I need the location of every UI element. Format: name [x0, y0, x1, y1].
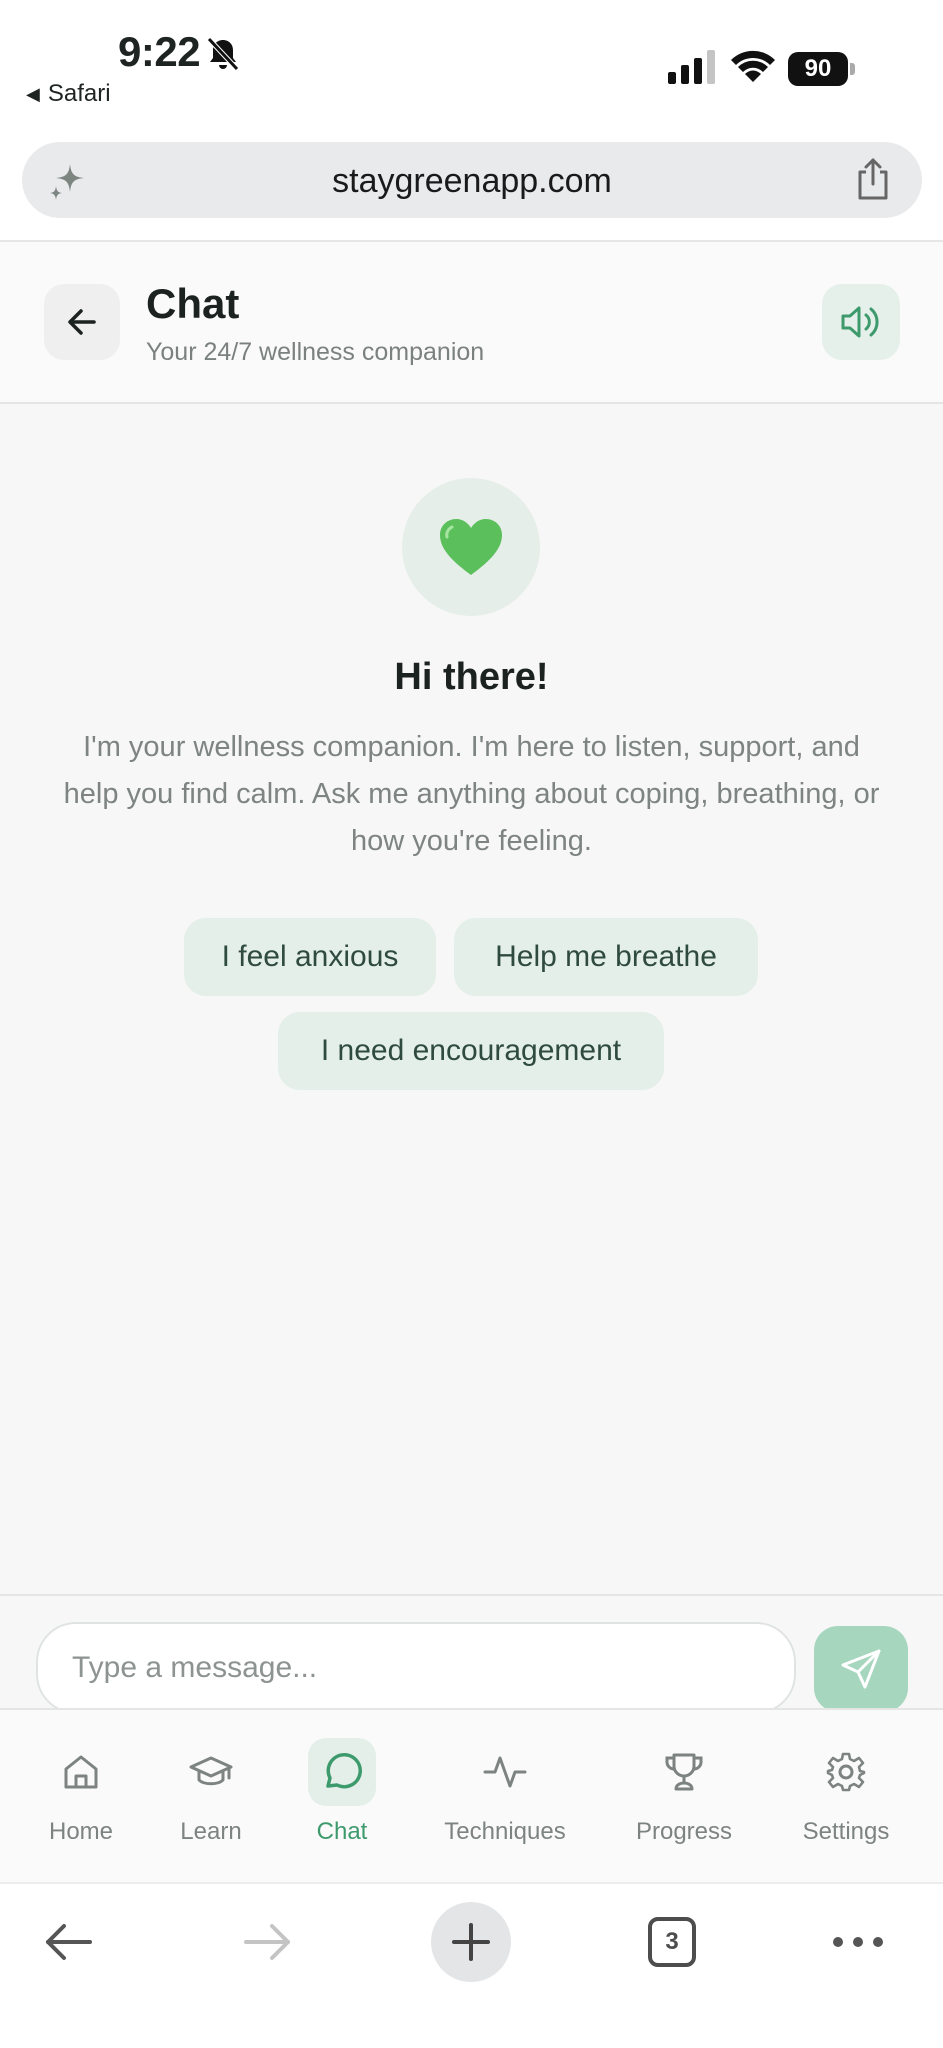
status-time: 9:22 [118, 28, 201, 75]
url-text[interactable]: staygreenapp.com [22, 162, 922, 201]
suggestion-chip[interactable]: Help me breathe [454, 918, 758, 996]
nav-item-chat[interactable]: Chat [267, 1738, 417, 1858]
nav-item-progress[interactable]: Progress [609, 1738, 759, 1858]
battery-tip [850, 63, 855, 75]
battery-indicator: 90 [788, 52, 856, 86]
nav-label: Home [48, 1818, 114, 1845]
browser-toolbar: 3 [0, 1882, 943, 2048]
nav-item-settings[interactable]: Settings [771, 1738, 921, 1858]
nav-item-home[interactable]: Home [6, 1738, 156, 1858]
message-input[interactable] [36, 1622, 796, 1714]
plus-icon [452, 1923, 490, 1961]
bottom-nav: Home Learn Chat Techniques Progress Sett… [0, 1708, 943, 1882]
suggestion-chip[interactable]: I need encouragement [278, 1012, 664, 1090]
arrow-left-icon [68, 309, 96, 335]
message-composer [0, 1594, 943, 1714]
back-button[interactable] [44, 284, 120, 360]
green-heart-icon [440, 519, 502, 575]
nav-item-techniques[interactable]: Techniques [430, 1738, 580, 1858]
bell-off-icon [207, 37, 239, 71]
trophy-icon [650, 1738, 718, 1806]
home-icon [47, 1738, 115, 1806]
nav-label: Learn [180, 1818, 242, 1845]
greeting-message: I'm your wellness companion. I'm here to… [63, 731, 880, 857]
send-icon [841, 1649, 881, 1689]
status-bar: 9:22 ◀ Safari 90 [0, 0, 943, 140]
back-to-safari-link[interactable]: ◀ Safari [26, 80, 111, 108]
graduation-cap-icon [177, 1738, 245, 1806]
more-options-button[interactable] [818, 1902, 898, 1982]
tabs-button[interactable]: 3 [632, 1902, 712, 1982]
browser-back-button[interactable] [28, 1902, 108, 1982]
chat-bubble-icon [308, 1738, 376, 1806]
companion-avatar [402, 478, 540, 616]
greeting-title: Hi there! [394, 656, 549, 698]
tab-count: 3 [648, 1917, 696, 1967]
nav-label: Techniques [444, 1818, 566, 1845]
speaker-icon [841, 306, 879, 338]
voice-toggle-button[interactable] [822, 284, 900, 360]
nav-label: Chat [316, 1818, 368, 1845]
nav-label: Progress [635, 1818, 733, 1845]
chat-header: Chat Your 24/7 wellness companion [0, 242, 943, 404]
arrow-left-icon [46, 1924, 92, 1960]
suggestion-chip[interactable]: I feel anxious [184, 918, 436, 996]
address-bar[interactable]: staygreenapp.com [22, 142, 922, 218]
nav-label: Settings [802, 1818, 890, 1845]
chat-area: Hi there! I'm your wellness companion. I… [0, 404, 943, 1594]
pulse-icon [471, 1738, 539, 1806]
browser-forward-button[interactable] [228, 1902, 308, 1982]
back-to-app-label: Safari [47, 80, 111, 107]
more-dots-icon [833, 1937, 883, 1947]
share-icon[interactable] [854, 156, 892, 202]
back-triangle-icon: ◀ [26, 83, 40, 104]
nav-item-learn[interactable]: Learn [136, 1738, 286, 1858]
battery-level: 90 [788, 52, 848, 86]
arrow-right-icon [244, 1924, 290, 1960]
gear-icon [812, 1738, 880, 1806]
send-button[interactable] [814, 1626, 908, 1712]
page-title: Chat [146, 280, 240, 327]
wifi-icon [731, 50, 775, 82]
cellular-signal-icon [668, 50, 715, 84]
page-subtitle: Your 24/7 wellness companion [146, 338, 485, 366]
new-tab-button[interactable] [431, 1902, 511, 1982]
